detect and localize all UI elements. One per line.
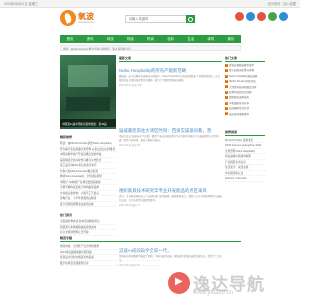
hot-list: 1 夏日必备精选推荐清单 2 第十届亚洲美食节开幕 3 Nobu Hospitalit… [225,63,265,117]
section-title: 精彩推荐 [60,135,73,139]
rank-badge: 7 [225,96,228,100]
list-item[interactable]: 春节营销档期再次迎来新高峰 [60,202,116,207]
article-summary: 据报道，由于近期的全球酒店市场变化，Nobu Hospitality在全球各地推… [119,75,221,82]
wechat-icon[interactable] [268,12,277,21]
featured-topics: 精选专题 重磅内容：大湾区产业合作新篇章 2024年度品牌盛典全程回顾 家居设计… [60,235,241,300]
nav-item[interactable]: 科技 [100,35,120,43]
nav-item[interactable]: 资讯 [80,35,100,43]
image-window [68,65,108,87]
hot-item-label: Nobu Hospitality酒店盛典 [229,74,258,78]
nav-item[interactable]: 财经 [120,35,140,43]
hot-item-label: 手机摄影技巧分享 [229,101,250,105]
article-summary: 近日，专业研究团队深入产业园区进行实地调研，围绕家具设计、制造工艺与可持续材料等… [119,195,222,202]
rank-badge: 6 [225,90,228,94]
hot-item-label: 城市旅游攻略推荐 [229,112,250,116]
article-summary: 本届大会以"连接未来"为主题，邀请了来自全国各地的行业专家共同探讨产业发展趋势与… [119,135,219,142]
rank-badge: 4 [225,80,228,84]
nav-item[interactable]: 百科 [161,35,181,43]
article-card: 届威邀您前往大湾区时刻：西泉实操速讯看，营 本届大会以"连接未来"为主题，邀请了… [119,128,222,147]
nav-item[interactable]: 生活 [181,35,201,43]
rank-badge: 8 [225,101,228,105]
feature-caption[interactable]: 中国第21届中国家具装修展会：第18届 [60,119,116,127]
social-icons [235,12,288,21]
section-title: 精选专题 [60,235,241,242]
recommend-list: Michel Drucker 最新专栏 GPW Intercon guangzh… [225,138,265,182]
weibo-icon[interactable] [235,12,244,21]
article-title[interactable]: 届威邀您前往大湾区时刻：西泉实操速讯看，营 [119,128,222,133]
notice-bar[interactable]: 重磅：Michel Drucker 推出全新心得推荐，第 8 届真诚分享 [60,45,241,51]
rank-badge: 3 [225,74,228,78]
topic-list: 重磅内容：大湾区产业合作新篇章 2024年度品牌盛典全程回顾 家居设计创新大赛获… [60,244,160,266]
hot-item-label: 运动健康生活方式 [229,107,250,111]
hot-item-label: 智能家居选购指南 [229,96,250,100]
article-title[interactable]: Nobu Hospitality的所有产能新范畴 [119,68,222,73]
top-bar: 2024年08月21日 星期三 设为首页 · 加入收藏 [0,0,300,8]
hot-item-label: 大湾区科技创新峰会召开 [229,85,257,89]
nav-item[interactable]: 娱乐 [221,35,241,43]
qq-icon[interactable] [279,12,288,21]
left-list-2: 全民健身季启动 各地活动精彩纷呈 新能源汽车购置税政策延续发布 北京文旅消费季正… [60,219,116,236]
section-title: 推荐阅读 [225,129,265,136]
hot-item[interactable]: 10城市旅游攻略推荐 [225,112,265,117]
search-button[interactable] [186,15,195,23]
article-meta: 2024-08-21 阅读 96 [119,144,140,147]
rank-badge: 5 [225,85,228,89]
rank-badge: 1 [225,63,228,67]
article-title[interactable]: 德织家具技术研究华专业开发能品的点区采风 [119,188,222,193]
feature-image[interactable]: 中国第21届中国家具装修展会：第18届 [60,55,116,129]
logo-icon [60,10,76,26]
article-meta: 2024-08-21 阅读 128 [119,84,142,87]
hot-item-label: Michel Drucker全新访谈 [229,80,256,84]
image-table [66,97,110,111]
list-item[interactable]: Fashion / Interview [225,176,265,182]
section-title: 热门资讯 [60,213,73,217]
site-logo[interactable]: 氧波 oneyoubo.com [60,10,110,28]
hot-item-label: 第十届亚洲美食节开幕 [229,69,255,73]
article-card: 德织家具技术研究华专业开发能品的点区采风 近日，专业研究团队深入产业园区进行实地… [119,188,222,207]
hot-item-label: 秋季时装周亮点回顾 [229,90,252,94]
list-item[interactable]: 数字化转型实践案例分享 [60,261,160,266]
site-tagline: oneyoubo.com [78,21,95,24]
rank-badge: 10 [225,112,228,116]
main-nav: 首页 资讯 科技 财经 时尚 百科 生活 体育 娱乐 [60,35,241,43]
top-links[interactable]: 设为首页 · 加入收藏 [268,1,296,6]
left-list: 晓语：由Michel Drucker讲述Nobu Hospitality 华为联… [60,141,116,207]
nav-item[interactable]: 体育 [201,35,221,43]
hot-item-label: 夏日必备精选推荐清单 [229,64,255,67]
rank-badge: 2 [225,69,228,73]
article-card: Nobu Hospitality的所有产能新范畴 据报道，由于近期的全球酒店市场… [119,68,222,87]
rank-badge: 9 [225,106,228,110]
section-title: 最新文章 [119,55,222,62]
tencent-icon[interactable] [246,12,255,21]
article-meta: 2024-08-20 阅读 77 [119,204,140,207]
section-title: 热门文章 [225,55,265,62]
nav-item[interactable]: 时尚 [140,35,160,43]
search-input[interactable] [125,15,187,23]
nav-item[interactable]: 首页 [60,35,80,43]
date-text: 2024年08月21日 星期三 [4,2,39,6]
pinterest-icon[interactable] [257,12,266,21]
